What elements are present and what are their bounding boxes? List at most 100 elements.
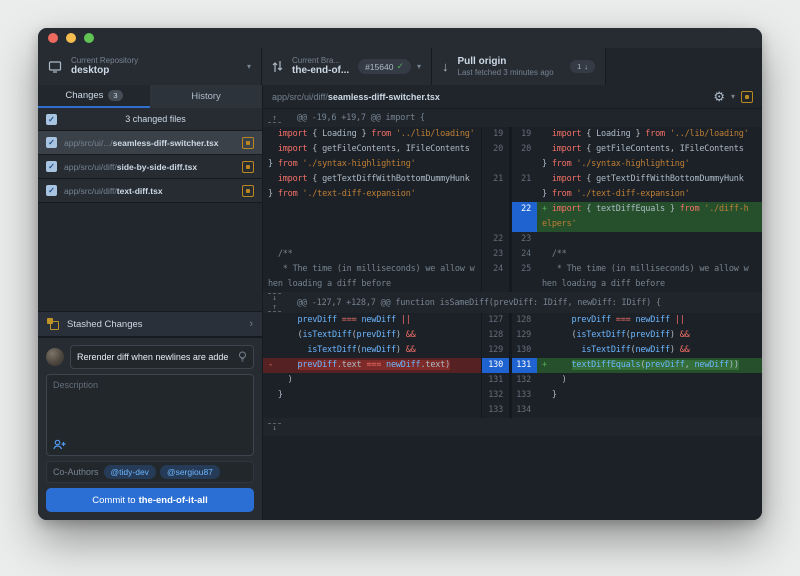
commit-description-input[interactable]: Description [46, 374, 254, 456]
diff-new-code: prevDiff === newDiff || [537, 313, 762, 328]
diff-row[interactable]: 2223 [263, 232, 762, 247]
new-line-number[interactable]: 22 [509, 202, 537, 232]
diff-new-code: + import { textDiffEquals } from './diff… [537, 202, 762, 232]
diff-row[interactable]: 133134 [263, 403, 762, 418]
file-checkbox[interactable]: ✓ [46, 137, 57, 148]
new-line-number[interactable]: 134 [509, 403, 537, 418]
diff-new-code: isTextDiff(newDiff) && [537, 343, 762, 358]
close-window-button[interactable] [48, 33, 58, 43]
diff-row[interactable]: prevDiff === newDiff ||127128 prevDiff =… [263, 313, 762, 328]
file-path: app/src/ui/.../seamless-diff-switcher.ts… [64, 138, 235, 148]
minimize-window-button[interactable] [66, 33, 76, 43]
changed-file-list: ✓ app/src/ui/.../seamless-diff-switcher.t… [38, 131, 262, 203]
file-row[interactable]: ✓ app/src/ui/.../seamless-diff-switcher.t… [38, 131, 262, 155]
tab-badge: 3 [108, 90, 122, 101]
lightbulb-icon[interactable] [238, 351, 247, 363]
expand-row: ↓ [263, 418, 762, 436]
old-line-number[interactable]: 129 [481, 343, 509, 358]
old-line-number[interactable] [481, 202, 509, 232]
diff-row[interactable]: import { Loading } from '../lib/loading'… [263, 127, 762, 142]
new-line-number[interactable]: 129 [509, 328, 537, 343]
old-line-number[interactable]: 21 [481, 172, 509, 202]
new-line-number[interactable]: 130 [509, 343, 537, 358]
old-line-number[interactable]: 131 [481, 373, 509, 388]
diff-row[interactable]: )131132 ) [263, 373, 762, 388]
diff-new-code [537, 232, 762, 247]
expand-up-icon[interactable]: ↑ [268, 303, 281, 312]
old-line-number[interactable]: 133 [481, 403, 509, 418]
tab-changes[interactable]: Changes3 [38, 85, 150, 108]
expand-down-icon[interactable]: ↓ [268, 293, 281, 302]
current-repository-button[interactable]: Current Repository desktop ▾ [38, 48, 262, 85]
pull-origin-button[interactable]: ↓ Pull origin Last fetched 3 minutes ago… [432, 48, 606, 85]
file-row[interactable]: ✓ app/src/ui/diff/text-diff.tsx [38, 179, 262, 203]
coauthor-pill[interactable]: @sergiou87 [160, 465, 220, 479]
changes-history-tabs: Changes3History [38, 85, 262, 108]
old-line-number[interactable]: 130 [481, 358, 509, 373]
diff-row[interactable]: - prevDiff.text === newDiff.text)130131+… [263, 358, 762, 373]
current-branch-button[interactable]: Current Bra... the-end-of... #15640 ✓ ▾ [262, 48, 432, 85]
diff-row[interactable]: isTextDiff(newDiff) &&129130 isTextDiff(… [263, 343, 762, 358]
current-repository-value: desktop [71, 65, 241, 77]
coauthor-pill[interactable]: @tidy-dev [104, 465, 156, 479]
commit-summary-input[interactable]: Rerender diff when newlines are adde [70, 345, 254, 369]
file-row[interactable]: ✓app/src/ui/diff/side-by-side-diff.tsx [38, 155, 262, 179]
new-line-number[interactable]: 23 [509, 232, 537, 247]
new-line-number[interactable]: 128 [509, 313, 537, 328]
title-bar [38, 28, 762, 48]
new-line-number[interactable]: 21 [509, 172, 537, 202]
old-line-number[interactable]: 128 [481, 328, 509, 343]
new-line-number[interactable]: 24 [509, 247, 537, 262]
diff-old-code: ) [263, 373, 481, 388]
expand-down-icon[interactable]: ↓ [268, 423, 281, 432]
commit-form: Rerender diff when newlines are adde Des… [38, 337, 262, 520]
old-line-number[interactable]: 23 [481, 247, 509, 262]
add-coauthor-icon[interactable] [53, 439, 247, 450]
branch-icon [272, 60, 283, 73]
modified-status-icon [741, 91, 753, 103]
pull-origin-subtitle: Last fetched 3 minutes ago [458, 68, 571, 77]
diff-content[interactable]: ↑@@ -19,6 +19,7 @@ import { import { Loa… [263, 109, 762, 520]
diff-row[interactable]: }132133 } [263, 388, 762, 403]
select-all-checkbox[interactable]: ✓ [46, 114, 57, 125]
diff-new-code: import { Loading } from '../lib/loading' [537, 127, 762, 142]
new-line-number[interactable]: 132 [509, 373, 537, 388]
new-line-number[interactable]: 19 [509, 127, 537, 142]
new-line-number[interactable]: 133 [509, 388, 537, 403]
maximize-window-button[interactable] [84, 33, 94, 43]
new-line-number[interactable]: 131 [509, 358, 537, 373]
diff-row[interactable]: (isTextDiff(prevDiff) &&128129 (isTextDi… [263, 328, 762, 343]
new-line-number[interactable]: 20 [509, 142, 537, 172]
diff-row[interactable]: import { getFileContents, IFileContents … [263, 142, 762, 172]
commit-button[interactable]: Commit tothe-end-of-it-all [46, 488, 254, 512]
diff-old-code: isTextDiff(newDiff) && [263, 343, 481, 358]
stashed-changes-row[interactable]: Stashed Changes › [38, 311, 262, 337]
diff-new-code: * The time (in milliseconds) we allow w … [537, 262, 762, 292]
diff-old-code [263, 403, 481, 418]
diff-row[interactable]: /**2324 /** [263, 247, 762, 262]
arrow-down-icon: ↓ [442, 59, 449, 74]
old-line-number[interactable]: 132 [481, 388, 509, 403]
old-line-number[interactable]: 127 [481, 313, 509, 328]
old-line-number[interactable]: 22 [481, 232, 509, 247]
gear-icon[interactable]: ⚙ [713, 90, 725, 103]
old-line-number[interactable]: 19 [481, 127, 509, 142]
file-path: app/src/ui/diff/text-diff.tsx [64, 186, 235, 196]
file-checkbox[interactable]: ✓ [46, 185, 57, 196]
new-line-number[interactable]: 25 [509, 262, 537, 292]
chevron-down-icon[interactable]: ▾ [731, 92, 735, 101]
old-line-number[interactable]: 20 [481, 142, 509, 172]
file-checkbox[interactable]: ✓ [46, 161, 57, 172]
stash-icon [47, 318, 59, 330]
old-line-number[interactable]: 24 [481, 262, 509, 292]
expand-up-icon[interactable]: ↑ [268, 114, 281, 123]
coauthors-row[interactable]: Co-Authors @tidy-dev@sergiou87 [46, 461, 254, 483]
diff-row[interactable]: 22+ import { textDiffEquals } from './di… [263, 202, 762, 232]
tab-history[interactable]: History [150, 85, 262, 108]
diff-row[interactable]: * The time (in milliseconds) we allow w … [263, 262, 762, 292]
chevron-down-icon: ▾ [247, 62, 251, 71]
repository-icon [48, 61, 62, 73]
pr-number-badge: #15640 ✓ [358, 59, 411, 74]
diff-row[interactable]: import { getTextDiffWithBottomDummyHunk … [263, 172, 762, 202]
diff-old-code: prevDiff === newDiff || [263, 313, 481, 328]
